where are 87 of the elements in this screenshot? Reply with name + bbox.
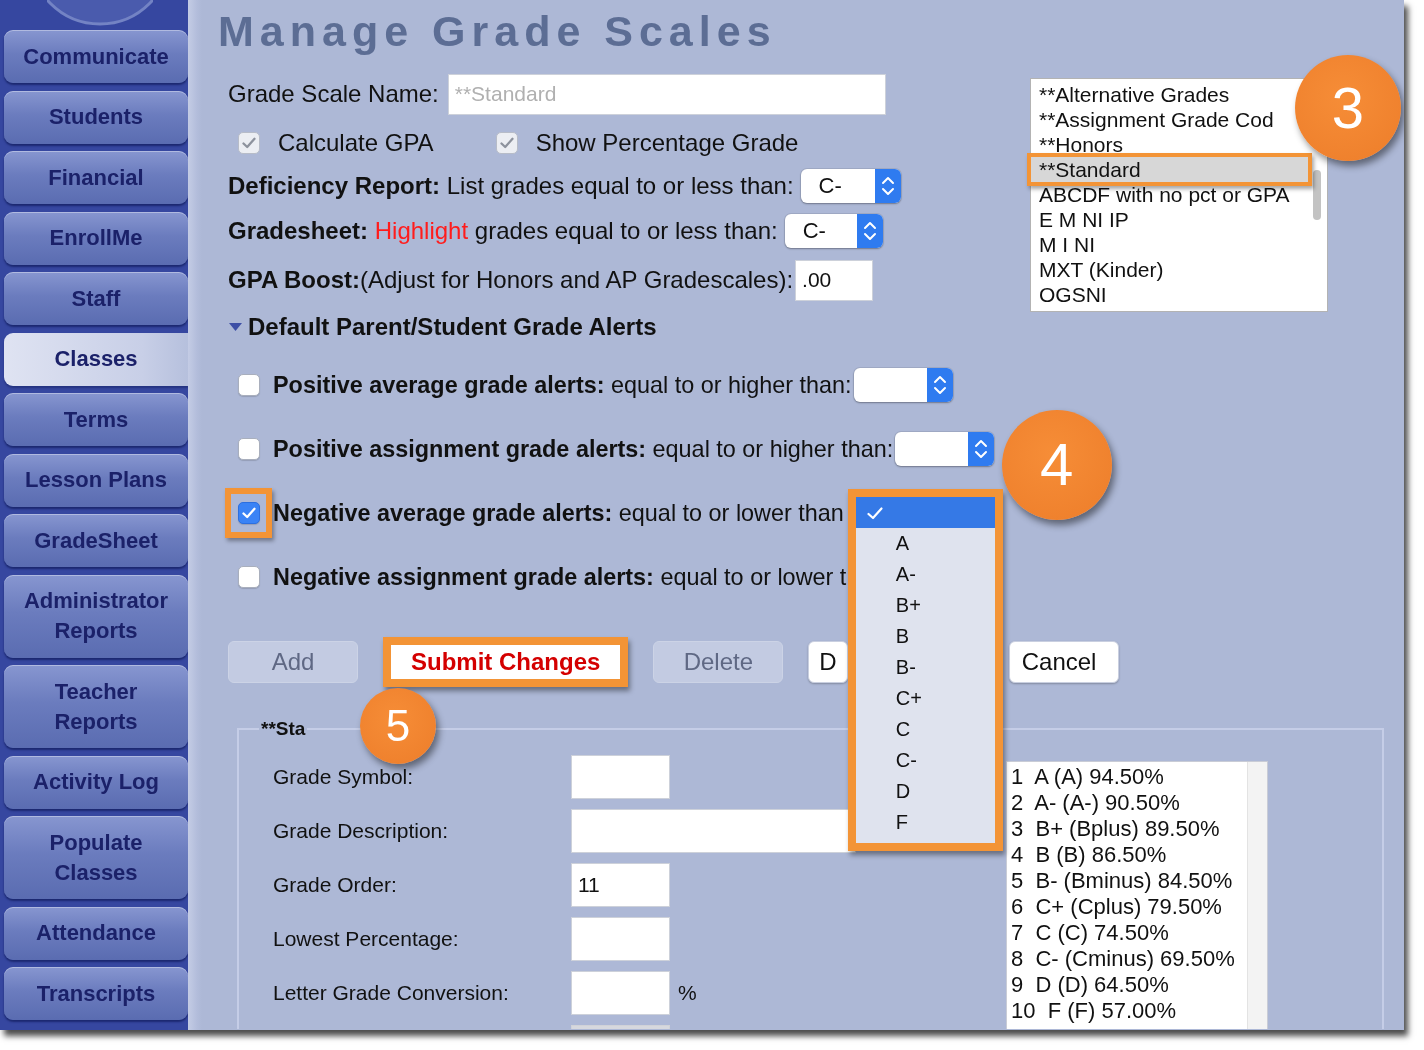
checkbox[interactable] (238, 374, 260, 396)
list-item[interactable]: 9 D (D) 64.50% (1011, 972, 1169, 998)
nav-button[interactable]: Teacher Reports (4, 665, 188, 748)
checkbox-label: Show Percentage Grade (535, 129, 799, 157)
checkbox[interactable] (238, 438, 260, 460)
menu-item[interactable]: B (855, 621, 995, 652)
nav-button[interactable]: Classes (4, 332, 188, 386)
field-label: Grade Symbol: (273, 765, 415, 789)
step-callout: 5 (360, 688, 436, 764)
nav-button[interactable]: EnrollMe (4, 211, 188, 265)
step-callout: 3 (1295, 55, 1401, 161)
alert-label: Negative average grade alerts: equal to or lower than (273, 499, 844, 527)
scrollbar[interactable] (1247, 762, 1267, 1029)
submit-button[interactable]: Submit Changes (383, 637, 629, 687)
action-button[interactable]: D (808, 641, 848, 683)
list-item[interactable]: **Assignment Grade Cod (1037, 107, 1277, 132)
gpa-boost-label: GPA Boost:(Adjust for Honors and AP Gradescales): (228, 266, 794, 294)
input-field[interactable]: **Standard (447, 73, 886, 115)
alert-label: Positive average grade alerts: equal to or higher than: (273, 371, 852, 399)
menu-item[interactable]: C (855, 714, 995, 745)
up-down-arrows-icon (968, 432, 995, 466)
input-field[interactable] (571, 971, 670, 1015)
checkmark-icon (866, 507, 883, 520)
up-down-arrows-icon (856, 214, 883, 248)
grade-select[interactable] (853, 368, 953, 402)
field-label: Letter Grade Conversion: (273, 981, 510, 1005)
nav-button[interactable]: Administrator Reports (4, 574, 188, 658)
step-callout: 4 (1001, 410, 1112, 520)
page-title: Manage Grade Scales (218, 6, 777, 57)
checkmark-icon (242, 507, 256, 519)
nav-button[interactable]: Students (4, 90, 188, 144)
menu-item[interactable]: D (855, 776, 995, 807)
checkbox-label: Calculate GPA (278, 129, 434, 157)
checkbox[interactable] (238, 566, 260, 588)
nav-button[interactable]: Lesson Plans (4, 453, 188, 507)
input-field[interactable]: 11 (571, 863, 670, 907)
list-item[interactable]: E M NI IP (1037, 207, 1132, 232)
input-field[interactable] (571, 917, 670, 961)
checkmark-icon (242, 137, 256, 149)
field-label: Lowest Percentage: (273, 927, 460, 951)
list-item[interactable]: 7 C (C) 74.50% (1011, 920, 1169, 946)
input-field[interactable] (571, 809, 856, 853)
section-heading: Default Parent/Student Grade Alerts (248, 313, 657, 341)
input-field[interactable]: .00 (795, 259, 874, 301)
disclosure-triangle-icon[interactable] (229, 323, 242, 331)
list-item[interactable]: OGSNI (1037, 282, 1110, 307)
list-item[interactable]: **Alternative Grades (1037, 82, 1233, 107)
gradesheet-label: Gradesheet: Highlight grades equal to or less than: (228, 217, 778, 245)
scrollbar-thumb[interactable] (1313, 170, 1321, 220)
input-field[interactable] (571, 755, 670, 799)
list-item[interactable]: 8 C- (Cminus) 69.50% (1011, 946, 1235, 972)
checkbox[interactable] (238, 502, 260, 524)
field-label: Grade Scale Name: (228, 80, 439, 108)
list-item[interactable]: 2 A- (A-) 90.50% (1011, 790, 1180, 816)
menu-item[interactable]: C+ (855, 683, 995, 714)
list-item[interactable]: 1 A (A) 94.50% (1011, 764, 1164, 790)
unit-label: % (678, 981, 697, 1005)
list-item[interactable]: 3 B+ (Bplus) 89.50% (1011, 816, 1220, 842)
grade-select[interactable]: C- (784, 214, 883, 248)
action-button[interactable]: Cancel (1008, 641, 1120, 683)
menu-item[interactable]: A (855, 528, 995, 559)
list-item[interactable]: 5 B- (Bminus) 84.50% (1011, 868, 1233, 894)
list-item[interactable]: M I NI (1037, 232, 1098, 257)
list-item[interactable]: 4 B (B) 86.50% (1011, 842, 1167, 868)
menu-item[interactable]: A- (855, 559, 995, 590)
section-legend: **Sta (259, 718, 308, 740)
list-item[interactable]: 10 F (F) 57.00% (1011, 998, 1177, 1024)
grade-select[interactable] (895, 432, 995, 466)
grade-select[interactable]: C- (800, 169, 901, 203)
menu-item[interactable]: B+ (855, 590, 995, 621)
menu-item[interactable] (855, 497, 995, 528)
list-item[interactable]: MXT (Kinder) (1037, 257, 1167, 282)
field-label: Grade Order: (273, 873, 398, 897)
field-label: Grade Description: (273, 819, 450, 843)
nav-button[interactable]: Populate Classes (4, 816, 188, 899)
up-down-arrows-icon (874, 169, 901, 203)
list-item[interactable]: 6 C+ (Cplus) 79.50% (1011, 894, 1222, 920)
alert-label: Positive assignment grade alerts: equal to or higher than: (273, 435, 894, 463)
checkmark-icon (499, 137, 514, 149)
menu-item[interactable]: F (855, 807, 995, 838)
dropdown-menu[interactable]: A A- B+ B B- C+ C C- D F (847, 489, 1003, 851)
alert-label: Negative assignment grade alerts: equal to or lower t (273, 563, 847, 591)
deficiency-report-label: Deficiency Report: List grades equal to or less than: (228, 172, 794, 200)
list-item[interactable]: **Standard (1027, 153, 1312, 186)
menu-item[interactable]: B- (855, 652, 995, 683)
menu-item[interactable]: C- (855, 745, 995, 776)
up-down-arrows-icon (926, 368, 953, 402)
